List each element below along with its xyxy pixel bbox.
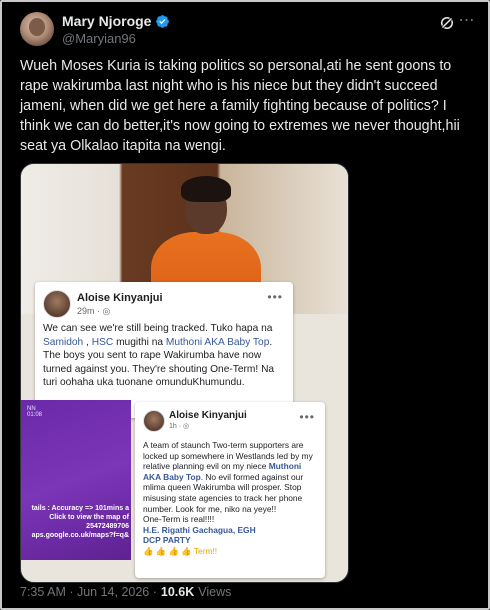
card1-link-muthoni: Muthoni AKA Baby Top: [165, 336, 270, 348]
author-handle[interactable]: @Maryian96: [62, 31, 136, 46]
views-count: 10.6K: [160, 585, 195, 599]
author-name-row: Mary Njoroge: [62, 13, 170, 29]
facebook-post-card-2: Aloise Kinyanjui 1h · ◎ ••• A team of st…: [135, 402, 325, 578]
tweet-footer: 7:35 AM · Jun 14, 2026 · 10.6K Views: [20, 585, 231, 599]
globe-icon: ◎: [102, 306, 111, 316]
card2-more-icon: •••: [299, 410, 315, 424]
card2-author-name: Aloise Kinyanjui: [169, 410, 247, 421]
tweet-header: Mary Njoroge @Maryian96 ⋯: [20, 12, 476, 52]
purple-panel-text: tails : Accuracy => 101mins a Click to v…: [31, 505, 129, 539]
author-name[interactable]: Mary Njoroge: [62, 13, 151, 29]
card1-text-2: ,: [83, 336, 92, 348]
card1-link-samidoh: Samidoh: [43, 336, 84, 348]
card2-line-4: 👍 👍 👍 👍 Term!!: [143, 545, 218, 556]
tweet-media-image[interactable]: Aloise Kinyanjui 29m · ◎ ••• We can see …: [20, 163, 349, 583]
card2-avatar: [143, 410, 165, 432]
card2-body: A team of staunch Two-term supporters ar…: [143, 440, 319, 557]
facebook-post-card-1: Aloise Kinyanjui 29m · ◎ ••• We can see …: [35, 282, 293, 418]
card1-text-3: mugithi na: [113, 336, 166, 348]
purple-panel-header: NN 01:08: [27, 406, 43, 418]
tweet-timestamp[interactable]: 7:35 AM · Jun 14, 2026 ·: [20, 585, 157, 599]
globe-icon: ◎: [183, 423, 190, 430]
woman-hair: [181, 176, 231, 202]
views-label: Views: [198, 585, 232, 599]
card2-paragraph: A team of staunch Two-term supporters ar…: [143, 440, 319, 514]
card2-line-2: H.E. Rigathi Gachagua, EGH: [143, 524, 256, 535]
card1-author-name: Aloise Kinyanjui: [77, 292, 163, 304]
card1-body: We can see we're still being tracked. Tu…: [43, 322, 287, 390]
more-options-icon[interactable]: ⋯: [458, 13, 476, 32]
card1-avatar: [43, 290, 71, 318]
card1-link-hsc: HSC: [91, 336, 114, 348]
card2-timestamp: 1h · ◎: [169, 422, 189, 430]
card2-line-3: DCP PARTY: [143, 535, 191, 546]
card2-line-1: One-Term is real!!!!: [143, 514, 215, 525]
card1-timestamp: 29m · ◎: [77, 306, 110, 317]
card1-text-1: We can see we're still being tracked. Tu…: [43, 323, 273, 334]
purple-screenshot-panel: NN 01:08 tails : Accuracy => 101mins a C…: [21, 400, 131, 560]
tweet-text: Wueh Moses Kuria is taking politics so p…: [20, 58, 464, 154]
card1-more-icon: •••: [267, 290, 283, 304]
card1-time-text: 29m ·: [77, 306, 103, 316]
author-avatar[interactable]: [20, 12, 54, 46]
card2-time-text: 1h ·: [169, 423, 184, 430]
verified-badge-icon: [156, 14, 170, 28]
grok-icon[interactable]: [438, 14, 456, 32]
